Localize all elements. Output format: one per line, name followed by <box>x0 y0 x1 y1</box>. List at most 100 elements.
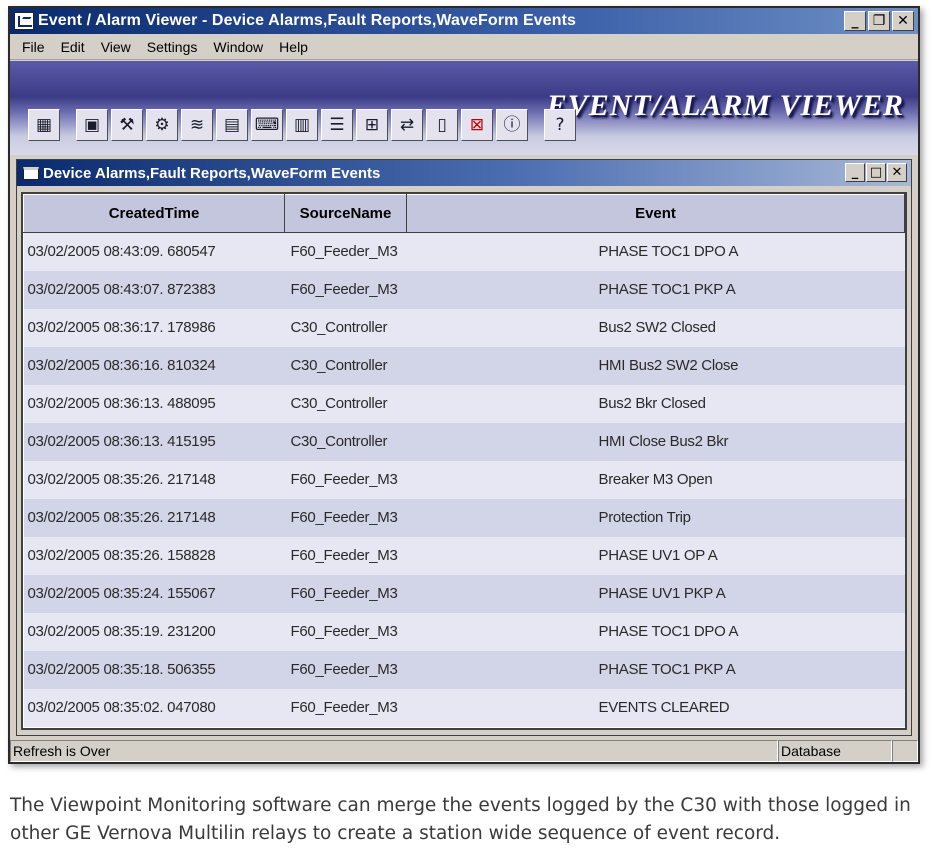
column-header-sourcename[interactable]: SourceName <box>284 194 407 233</box>
close-button[interactable]: ✕ <box>892 11 914 31</box>
cell-createdtime: 03/02/2005 08:36:16. 810324 <box>23 346 285 385</box>
cell-sourcename: F60_Feeder_M3 <box>284 650 407 689</box>
cell-createdtime: 03/02/2005 08:35:24. 155067 <box>23 574 285 613</box>
toolbar-button-grid[interactable]: ▦ <box>28 109 60 141</box>
link-icon: ⇄ <box>399 114 415 135</box>
toolbar-button-topology[interactable]: ⊞ <box>356 109 388 141</box>
table-row[interactable]: 03/02/2005 08:35:18. 506355 F60_Feeder_M3… <box>23 650 905 689</box>
table-row[interactable]: 03/02/2005 08:36:13. 488095 C30_Controlle… <box>23 384 905 423</box>
window-controls: _ ❐ ✕ <box>844 11 914 31</box>
toolbar-button-network[interactable]: ⚙ <box>146 109 178 141</box>
menu-view[interactable]: View <box>93 39 139 55</box>
table-row[interactable]: 03/02/2005 08:35:24. 155067 F60_Feeder_M3… <box>23 574 905 613</box>
cell-createdtime: 03/02/2005 08:35:26. 158828 <box>23 536 285 575</box>
toolbar-button-report[interactable]: ▤ <box>216 109 248 141</box>
minimize-button[interactable]: _ <box>844 11 866 31</box>
toolbar-button-link[interactable]: ⇄ <box>391 109 423 141</box>
status-bar: Refresh is Over Database <box>10 740 918 762</box>
child-window-controls: _ □ ✕ <box>845 163 907 182</box>
table-row[interactable]: 03/02/2005 08:43:07. 872383 F60_Feeder_M3… <box>23 270 905 309</box>
stop-icon: ⊠ <box>469 114 485 135</box>
cell-event: Protection Trip <box>406 498 905 537</box>
toolbar-button-info[interactable]: ⓘ <box>496 109 528 141</box>
cell-createdtime: 03/02/2005 08:36:17. 178986 <box>23 308 285 347</box>
child-title-bar[interactable]: Device Alarms,Fault Reports,WaveForm Eve… <box>17 160 911 186</box>
menu-help[interactable]: Help <box>271 39 316 55</box>
toolbar-button-stop[interactable]: ⊠ <box>461 109 493 141</box>
info-icon: ⓘ <box>503 114 521 135</box>
title-bar[interactable]: Event / Alarm Viewer - Device Alarms,Fau… <box>10 8 918 34</box>
app-window: Event / Alarm Viewer - Device Alarms,Fau… <box>8 6 920 764</box>
toolbar-button-tools[interactable]: ⚒ <box>111 109 143 141</box>
menu-file[interactable]: File <box>14 39 53 55</box>
cell-createdtime: 03/02/2005 08:36:13. 488095 <box>23 384 285 423</box>
cell-sourcename: C30_Controller <box>284 346 407 385</box>
toolbar-button-help[interactable]: ? <box>544 109 576 141</box>
keyboard-icon: ⌨ <box>254 114 280 135</box>
cell-createdtime: 03/02/2005 08:35:26. 217148 <box>23 498 285 537</box>
toolbar-button-form[interactable]: ☰ <box>321 109 353 141</box>
toolbar-button-keyboard[interactable]: ⌨ <box>251 109 283 141</box>
toolbar-banner: EVENT/ALARM VIEWER ▦ ▣ ⚒ ⚙ ≋ ▤ ⌨ ▥ ☰ ⊞ ⇄… <box>10 61 918 155</box>
menu-window[interactable]: Window <box>205 39 271 55</box>
cell-sourcename: F60_Feeder_M3 <box>284 270 407 309</box>
table-row[interactable]: 03/02/2005 08:35:02. 047080 F60_Feeder_M3… <box>23 688 905 727</box>
table-row[interactable]: 03/02/2005 08:36:13. 415195 C30_Controlle… <box>23 422 905 461</box>
cell-sourcename: C30_Controller <box>284 422 407 461</box>
status-grip[interactable] <box>892 740 918 762</box>
figure-caption: The Viewpoint Monitoring software can me… <box>10 795 911 844</box>
toolbar-button-device[interactable]: ▣ <box>76 109 108 141</box>
cell-event: PHASE TOC1 DPO A <box>406 232 905 271</box>
cell-sourcename: F60_Feeder_M3 <box>284 612 407 651</box>
cell-createdtime: 03/02/2005 08:43:07. 872383 <box>23 270 285 309</box>
app-icon[interactable] <box>14 12 34 30</box>
events-child-window: Device Alarms,Fault Reports,WaveForm Eve… <box>16 159 912 736</box>
cell-event: PHASE UV1 OP A <box>406 536 905 575</box>
status-message: Refresh is Over <box>10 740 778 762</box>
cell-createdtime: 03/02/2005 08:36:13. 415195 <box>23 422 285 461</box>
menu-settings[interactable]: Settings <box>139 39 206 55</box>
table-row[interactable]: 03/02/2005 08:36:16. 810324 C30_Controlle… <box>23 346 905 385</box>
cell-sourcename: F60_Feeder_M3 <box>284 460 407 499</box>
page-icon: ▯ <box>437 114 447 135</box>
cell-sourcename: C30_Controller <box>284 384 407 423</box>
cell-event: Bus2 Bkr Closed <box>406 384 905 423</box>
table-row[interactable]: 03/02/2005 08:35:26. 158828 F60_Feeder_M3… <box>23 536 905 575</box>
child-minimize-button[interactable]: _ <box>845 163 865 182</box>
menu-edit[interactable]: Edit <box>53 39 93 55</box>
cell-event: PHASE UV1 PKP A <box>406 574 905 613</box>
cell-event: Breaker M3 Open <box>406 460 905 499</box>
cell-event: Bus2 SW2 Closed <box>406 308 905 347</box>
menu-bar: File Edit View Settings Window Help <box>10 34 918 60</box>
cell-createdtime: 03/02/2005 08:35:26. 217148 <box>23 460 285 499</box>
monitor-icon: ▥ <box>293 114 311 135</box>
restore-button[interactable]: ❐ <box>868 11 890 31</box>
toolbar-button-waveform[interactable]: ≋ <box>181 109 213 141</box>
toolbar-button-page[interactable]: ▯ <box>426 109 458 141</box>
cell-sourcename: F60_Feeder_M3 <box>284 498 407 537</box>
product-logo: EVENT/ALARM VIEWER <box>546 89 904 122</box>
table-row[interactable]: 03/02/2005 08:35:26. 217148 F60_Feeder_M3… <box>23 498 905 537</box>
table-row[interactable]: 03/02/2005 08:35:26. 217148 F60_Feeder_M3… <box>23 460 905 499</box>
column-header-createdtime[interactable]: CreatedTime <box>23 194 285 233</box>
network-icon: ⚙ <box>154 114 170 135</box>
form-icon: ☰ <box>329 114 345 135</box>
cell-createdtime: 03/02/2005 08:35:18. 506355 <box>23 650 285 689</box>
cell-createdtime: 03/02/2005 08:35:19. 231200 <box>23 612 285 651</box>
table-row[interactable]: 03/02/2005 08:43:09. 680547 F60_Feeder_M3… <box>23 232 905 271</box>
tools-icon: ⚒ <box>119 114 135 135</box>
cell-event: PHASE TOC1 PKP A <box>406 270 905 309</box>
status-database: Database <box>778 740 892 762</box>
toolbar-button-monitor[interactable]: ▥ <box>286 109 318 141</box>
toolbar: ▦ ▣ ⚒ ⚙ ≋ ▤ ⌨ ▥ ☰ ⊞ ⇄ ▯ ⊠ ⓘ ? <box>28 109 576 141</box>
child-close-button[interactable]: ✕ <box>887 163 907 182</box>
cell-sourcename: C30_Controller <box>284 308 407 347</box>
cell-sourcename: F60_Feeder_M3 <box>284 688 407 727</box>
events-grid: CreatedTime SourceName Event 03/02/2005 … <box>21 192 907 730</box>
table-row[interactable]: 03/02/2005 08:35:19. 231200 F60_Feeder_M3… <box>23 612 905 651</box>
child-maximize-button[interactable]: □ <box>866 163 886 182</box>
table-row[interactable]: 03/02/2005 08:36:17. 178986 C30_Controlle… <box>23 308 905 347</box>
cell-event: EVENTS CLEARED <box>406 688 905 727</box>
window-title: Event / Alarm Viewer - Device Alarms,Fau… <box>38 12 577 29</box>
column-header-event[interactable]: Event <box>406 194 905 233</box>
